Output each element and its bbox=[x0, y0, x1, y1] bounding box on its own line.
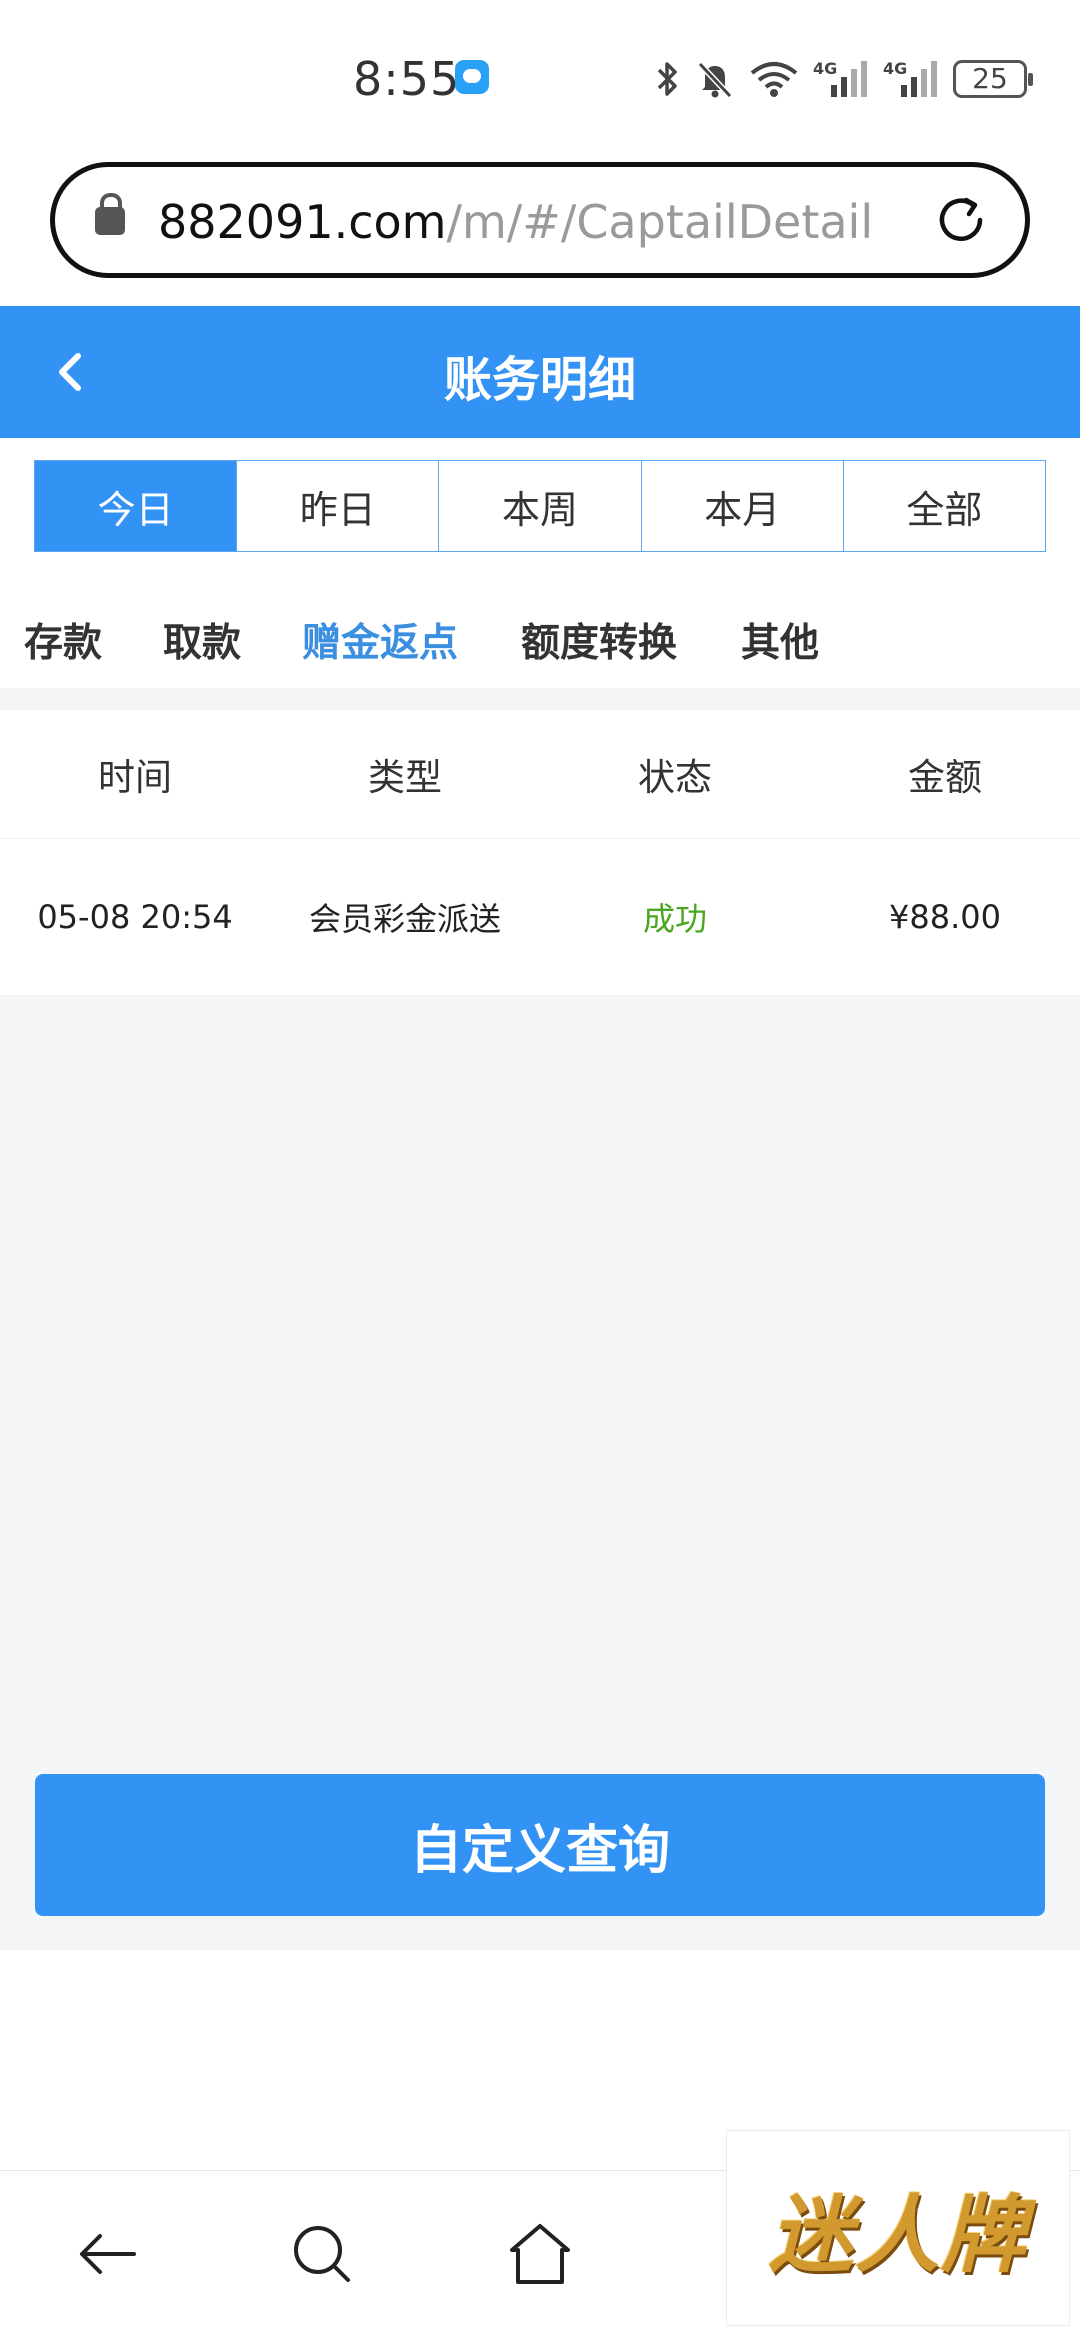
status-icons: 4G 4G 25 bbox=[655, 54, 1033, 104]
lock-icon bbox=[95, 193, 125, 235]
mute-bell-icon bbox=[697, 61, 733, 99]
category-tabs: 存款 取款 赠金返点 额度转换 其他 bbox=[0, 600, 1080, 676]
tab-other[interactable]: 其他 bbox=[741, 612, 819, 668]
bluetooth-icon bbox=[657, 62, 677, 96]
cell-status: 成功 bbox=[642, 900, 707, 938]
message-icon bbox=[455, 60, 489, 94]
tab-credit-transfer[interactable]: 额度转换 bbox=[521, 612, 677, 668]
home-icon[interactable] bbox=[502, 2216, 578, 2292]
watermark-text: 迷人牌 bbox=[768, 2185, 1027, 2284]
signal-icon: 4G bbox=[813, 59, 869, 99]
tab-yesterday[interactable]: 昨日 bbox=[236, 461, 439, 551]
tab-this-month[interactable]: 本月 bbox=[640, 461, 843, 551]
search-icon[interactable] bbox=[284, 2216, 360, 2292]
cell-amount: ¥88.00 bbox=[889, 898, 1001, 936]
table-row[interactable]: 05-08 20:54 会员彩金派送 成功 ¥88.00 bbox=[0, 839, 1080, 995]
url-host: 882091.com bbox=[158, 195, 447, 249]
url-text[interactable]: 882091.com/m/#/CaptailDetail bbox=[158, 195, 873, 249]
column-header-time: 时间 bbox=[98, 756, 172, 799]
tab-bonus-rebate[interactable]: 赠金返点 bbox=[302, 612, 458, 668]
tab-today[interactable]: 今日 bbox=[35, 461, 237, 551]
wifi-icon bbox=[750, 62, 798, 97]
tab-all[interactable]: 全部 bbox=[842, 461, 1046, 551]
cell-time: 05-08 20:54 bbox=[37, 898, 233, 936]
status-time: 8:55 bbox=[353, 52, 461, 106]
tab-deposit[interactable]: 存款 bbox=[24, 612, 102, 668]
custom-query-button[interactable]: 自定义查询 bbox=[35, 1774, 1045, 1916]
watermark-logo: 迷人牌 bbox=[726, 2130, 1070, 2326]
page-header: 账务明细 bbox=[0, 306, 1080, 438]
table-header: 时间 类型 状态 金额 bbox=[0, 710, 1080, 839]
column-header-type: 类型 bbox=[368, 756, 442, 799]
signal-icon: 4G bbox=[883, 59, 939, 99]
period-tabs: 今日 昨日 本周 本月 全部 bbox=[34, 460, 1046, 552]
address-bar[interactable]: 882091.com/m/#/CaptailDetail bbox=[50, 162, 1030, 278]
network-label: 4G bbox=[883, 59, 908, 78]
reload-icon[interactable] bbox=[933, 192, 989, 248]
tab-this-week[interactable]: 本周 bbox=[438, 461, 641, 551]
network-label: 4G bbox=[813, 59, 838, 78]
column-header-status: 状态 bbox=[638, 756, 712, 799]
back-arrow-icon[interactable] bbox=[70, 2216, 146, 2292]
records-table: 时间 类型 状态 金额 05-08 20:54 会员彩金派送 成功 ¥88.00 bbox=[0, 710, 1080, 995]
cell-type: 会员彩金派送 bbox=[308, 900, 501, 938]
page-title: 账务明细 bbox=[443, 352, 636, 408]
column-header-amount: 金额 bbox=[908, 756, 982, 799]
battery-icon: 25 bbox=[953, 60, 1033, 98]
url-path: /m/#/CaptailDetail bbox=[446, 195, 874, 249]
status-bar: 8:55 4G 4G 25 bbox=[0, 0, 1080, 150]
tab-withdraw[interactable]: 取款 bbox=[163, 612, 241, 668]
